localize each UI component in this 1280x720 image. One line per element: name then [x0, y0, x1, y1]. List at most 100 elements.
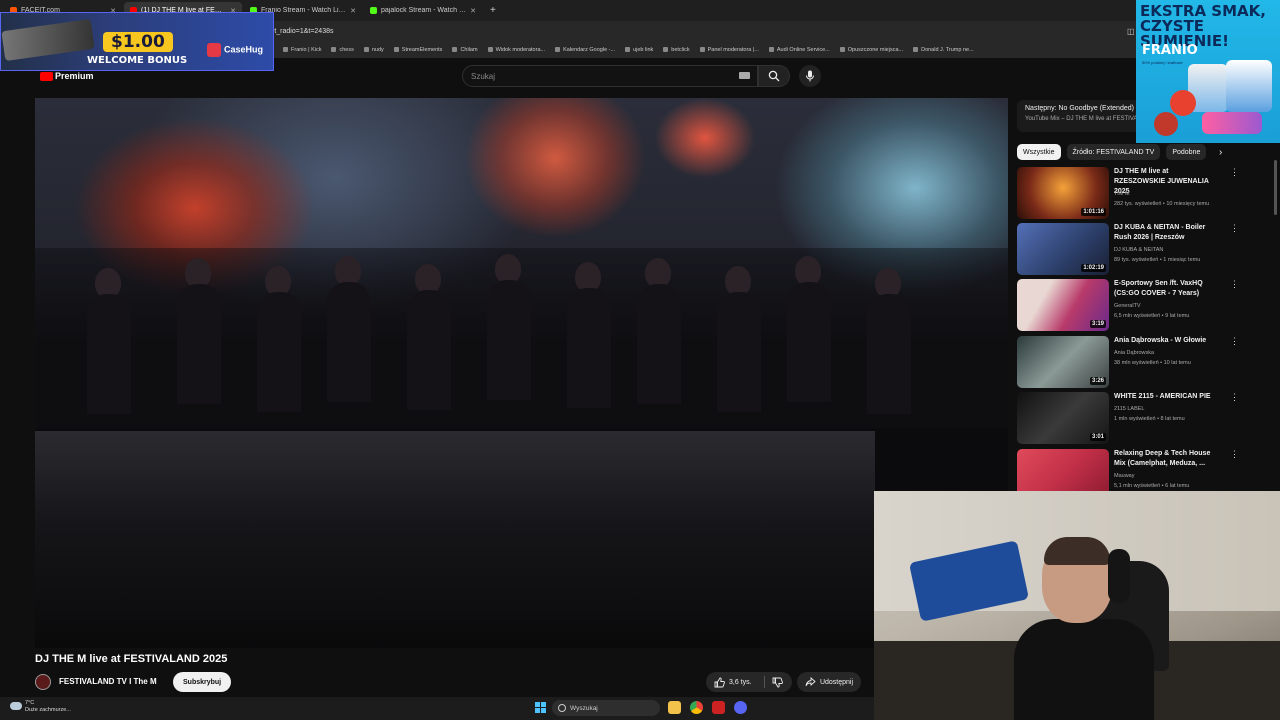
webcam-overlay [874, 491, 1280, 720]
video-player[interactable] [35, 98, 1008, 648]
tab-label: pajalock Stream - Watch Live on Kick [381, 7, 466, 14]
cloud-icon [10, 702, 22, 710]
recommendation-item[interactable]: 3:26 Ania Dąbrowska - W Głowie Ania Dąbr… [1017, 336, 1257, 388]
next-up-label: Następny: No Goodbye (Extended) [1025, 105, 1134, 112]
chrome-icon[interactable] [690, 701, 703, 714]
youtube-play-icon [40, 72, 53, 82]
sidebar-scrollbar[interactable] [1274, 160, 1277, 215]
url-text: rt_radio=1&t=2438s [272, 28, 334, 35]
fruit-image [1170, 90, 1196, 116]
recommendation-meta: 1 mln wyświetleń • 8 lat temu [1114, 416, 1185, 422]
chevron-right-icon[interactable]: › [1219, 147, 1222, 158]
recommendation-channel[interactable]: GeneralTV [1114, 303, 1141, 309]
bookmark-item[interactable]: Panel moderatora |... [700, 47, 759, 53]
bookmark-item[interactable]: Kalendarz Google -... [555, 47, 615, 53]
chip-source[interactable]: Źródło: FESTIVALAND TV [1066, 144, 1161, 160]
more-options-icon[interactable]: ⋮ [1230, 167, 1239, 178]
close-icon[interactable]: ✕ [470, 7, 476, 15]
weather-temp: 7°C [25, 700, 35, 706]
bookmark-item[interactable]: chess [331, 47, 353, 53]
video-thumbnail[interactable]: 3:19 [1017, 279, 1109, 331]
channel-avatar[interactable] [35, 674, 51, 690]
profile-icon[interactable]: ◫ [1127, 27, 1135, 36]
browser-tab[interactable]: pajalock Stream - Watch Live on Kick ✕ [364, 2, 482, 19]
taskbar-search[interactable]: Wyszukaj [552, 700, 660, 716]
promo-text: WELCOME BONUS [87, 55, 188, 66]
bookmark-item[interactable]: ujeb link [625, 47, 653, 53]
chip-similar[interactable]: Podobne [1166, 144, 1207, 160]
windows-start-icon[interactable] [535, 702, 546, 713]
recommendation-title[interactable]: Ania Dąbrowska - W Głowie [1114, 336, 1220, 346]
brand-logo-icon [207, 43, 221, 57]
share-button[interactable]: Udostępnij [797, 672, 861, 692]
file-explorer-icon[interactable] [668, 701, 681, 714]
new-tab-button[interactable]: + [484, 5, 502, 16]
sponsor-ad-overlay: EKSTRA SMAK, CZYSTE SUMIENIE! FRANIO 50%… [1136, 0, 1280, 143]
recommendation-meta: 38 mln wyświetleń • 10 lat temu [1114, 360, 1191, 366]
more-options-icon[interactable]: ⋮ [1230, 279, 1239, 290]
bookmark-item[interactable]: Donald J. Trump ne... [913, 47, 974, 53]
headphones-icon [1108, 549, 1130, 603]
video-thumbnail[interactable]: 1:01:16 [1017, 167, 1109, 219]
recommendation-channel[interactable]: DJ KUBA & NEITAN [1114, 247, 1163, 253]
youtube-logo[interactable]: Premium [40, 71, 94, 82]
more-options-icon[interactable]: ⋮ [1230, 449, 1239, 460]
next-up-panel[interactable]: Następny: No Goodbye (Extended) YouTube … [1017, 100, 1142, 132]
search-icon [768, 70, 780, 82]
search-button[interactable] [758, 65, 790, 87]
close-icon[interactable]: ✕ [350, 7, 356, 15]
bookmark-item[interactable]: StreamElements [394, 47, 443, 53]
recommendation-channel[interactable]: 2115 LABEL [1114, 406, 1144, 412]
duration-badge: 1:02:19 [1081, 264, 1106, 272]
bookmark-item[interactable]: Widok moderatora... [488, 47, 546, 53]
discord-icon[interactable] [734, 701, 747, 714]
bookmark-item[interactable]: Chilam [452, 47, 477, 53]
recommendation-item[interactable]: 1:01:16 DJ THE M live at RZESZOWSKIE JUW… [1017, 167, 1257, 219]
video-thumbnail[interactable]: 3:01 [1017, 392, 1109, 444]
weather-desc: Duże zachmurze... [25, 707, 71, 713]
video-frame-lower [35, 431, 875, 648]
recommendation-title[interactable]: DJ KUBA & NEITAN - Boiler Rush 2026 | Rz… [1114, 223, 1220, 243]
video-frame-crowd [35, 248, 1008, 428]
bookmark-item[interactable]: Franio | Kick [283, 47, 321, 53]
recommendation-item[interactable]: 1:02:19 DJ KUBA & NEITAN - Boiler Rush 2… [1017, 223, 1257, 275]
recommendation-title[interactable]: WHITE 2115 - AMERICAN PIE [1114, 392, 1220, 402]
recommendation-meta: 89 tys. wyświetleń • 1 miesiąc temu [1114, 257, 1201, 263]
share-label: Udostępnij [819, 678, 854, 686]
promo-amount: $1.00 [103, 32, 173, 52]
recommendation-item[interactable]: 3:01 WHITE 2115 - AMERICAN PIE 2115 LABE… [1017, 392, 1257, 444]
video-thumbnail[interactable] [1017, 449, 1109, 491]
product-bar-image [1202, 112, 1262, 134]
channel-name[interactable]: FESTIVALAND TV I The M [59, 677, 157, 686]
like-count[interactable]: 3,6 tys. [729, 679, 752, 686]
more-options-icon[interactable]: ⋮ [1230, 392, 1239, 403]
more-options-icon[interactable]: ⋮ [1230, 223, 1239, 234]
promo-weapon-image [1, 18, 95, 62]
bookmark-item[interactable]: nudy [364, 47, 384, 53]
bookmark-item[interactable]: Audi Online Service... [769, 47, 830, 53]
chip-all[interactable]: Wszystkie [1017, 144, 1061, 160]
more-options-icon[interactable]: ⋮ [1230, 336, 1239, 347]
voice-search-button[interactable] [799, 65, 821, 87]
recommendation-title[interactable]: E-Sportowy Sen /ft. VaxHQ (CS:GO COVER -… [1114, 279, 1220, 299]
video-thumbnail[interactable]: 1:02:19 [1017, 223, 1109, 275]
video-title: DJ THE M live at FESTIVALAND 2025 [35, 653, 228, 665]
bookmark-item[interactable]: Opuszczone miejsca... [840, 47, 903, 53]
recommendation-item[interactable]: 3:19 E-Sportowy Sen /ft. VaxHQ (CS:GO CO… [1017, 279, 1257, 331]
search-input[interactable]: Szukaj [462, 65, 758, 87]
recommendation-item[interactable]: Relaxing Deep & Tech House Mix (Camelpha… [1017, 449, 1257, 491]
weather-widget[interactable]: 7°C Duże zachmurze... [25, 700, 71, 714]
thumbs-up-icon[interactable] [714, 677, 725, 688]
video-thumbnail[interactable]: 3:26 [1017, 336, 1109, 388]
app-icon[interactable] [712, 701, 725, 714]
thumbs-down-icon[interactable] [772, 677, 783, 688]
share-icon [805, 677, 816, 687]
subscribe-button[interactable]: Subskrybuj [173, 672, 232, 692]
bookmark-item[interactable]: betclick [663, 47, 689, 53]
recommendation-channel[interactable]: Mauway [1114, 473, 1134, 479]
recommendation-channel[interactable]: Ania Dąbrowska [1114, 350, 1154, 356]
recommendation-title[interactable]: Relaxing Deep & Tech House Mix (Camelpha… [1114, 449, 1220, 469]
keyboard-icon[interactable] [739, 72, 750, 79]
recommendation-channel[interactable]: The M [1114, 191, 1130, 197]
microphone-icon [806, 70, 814, 82]
